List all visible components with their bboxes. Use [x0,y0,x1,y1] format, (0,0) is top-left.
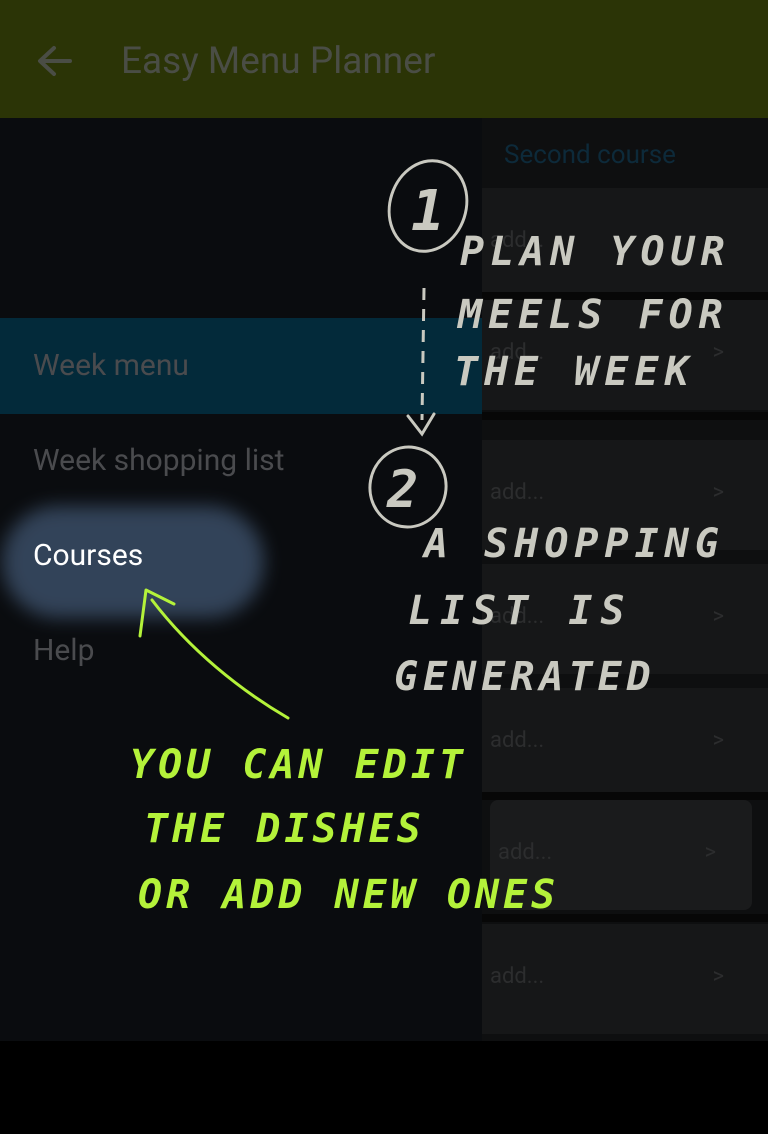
add-label: add... [490,480,545,505]
chevron-right-icon: > [712,604,724,629]
add-label: add... [490,228,545,253]
divider [482,292,768,300]
back-button[interactable] [30,36,82,88]
add-label: add... [490,964,545,989]
bottom-bar [0,1041,768,1134]
course-card[interactable]: add... > [482,188,768,298]
course-card[interactable]: add... > [482,688,768,798]
chevron-right-icon: > [712,728,724,753]
drawer-item-courses[interactable]: Courses [0,508,482,604]
drawer-item-label: Week menu [33,348,189,383]
app-title: Easy Menu Planner [121,40,436,83]
course-card[interactable]: add... > [482,924,768,1034]
chevron-right-icon: > [712,340,724,365]
drawer-item-label: Courses [33,538,144,573]
add-label: add... [490,604,545,629]
drawer-item-label: Help [33,633,95,668]
app-bar: Easy Menu Planner [0,0,768,118]
chevron-right-icon: > [704,840,716,865]
drawer-item-week-menu[interactable]: Week menu [0,318,482,414]
navigation-drawer: Week menu Week shopping list Courses Hel… [0,118,482,1041]
divider [482,412,768,420]
divider [482,792,768,800]
course-card[interactable]: add... > [482,440,768,550]
drawer-item-week-shopping-list[interactable]: Week shopping list [0,413,482,509]
course-card[interactable]: add... > [482,564,768,674]
course-header: Second course [504,140,676,170]
drawer-item-help[interactable]: Help [0,603,482,699]
add-label: add... [490,340,545,365]
add-label: add... [498,840,553,865]
divider [482,914,768,922]
chevron-right-icon: > [712,480,724,505]
drawer-item-label: Week shopping list [33,443,285,478]
arrow-left-icon [38,46,72,76]
add-label: add... [490,728,545,753]
chevron-right-icon: > [712,964,724,989]
chevron-right-icon: > [712,228,724,253]
course-card[interactable]: add... > [482,300,768,410]
course-card[interactable]: add... > [490,800,752,910]
